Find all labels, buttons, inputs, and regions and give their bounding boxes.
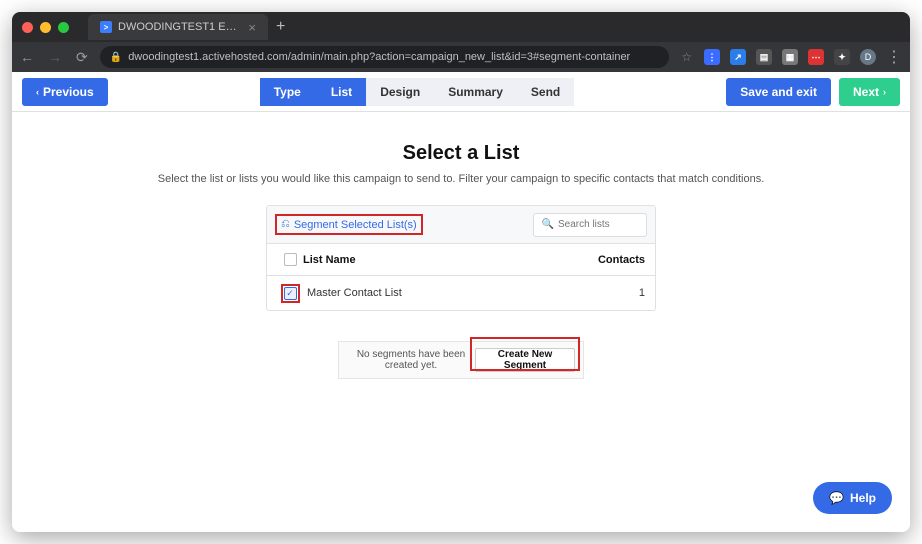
profile-avatar[interactable]: D: [860, 49, 876, 65]
segment-selected-link[interactable]: Segment Selected List(s): [294, 219, 417, 231]
segment-bar: No segments have been created yet. Creat…: [338, 341, 584, 379]
chevron-right-icon: ›: [883, 87, 886, 97]
step-send[interactable]: Send: [517, 78, 574, 106]
column-contacts: Contacts: [585, 254, 645, 266]
maximize-window-icon[interactable]: [58, 22, 69, 33]
checkbox-highlight: ✓: [281, 284, 300, 303]
column-list-name: List Name: [303, 254, 585, 266]
browser-tab[interactable]: > DWOODINGTEST1 Email Mark ×: [88, 14, 268, 40]
tab-close-icon[interactable]: ×: [248, 20, 256, 35]
kebab-menu-icon[interactable]: ⋮: [886, 47, 902, 67]
extension-icon[interactable]: ▦: [782, 49, 798, 65]
segment-selected-highlight: ⎌ Segment Selected List(s): [275, 214, 423, 235]
create-new-segment-button[interactable]: Create New Segment: [475, 348, 575, 372]
page-title: Select a List: [32, 142, 890, 165]
extension-icon[interactable]: ⋯: [808, 49, 824, 65]
url-text: dwoodingtest1.activehosted.com/admin/mai…: [128, 51, 630, 63]
segment-icon: ⎌: [281, 218, 290, 231]
table-header: List Name Contacts: [267, 244, 655, 276]
back-icon[interactable]: ←: [20, 49, 34, 65]
page-subtitle: Select the list or lists you would like …: [32, 173, 890, 185]
row-list-name: Master Contact List: [303, 287, 585, 299]
new-tab-button[interactable]: +: [276, 18, 285, 36]
chat-icon: 💬: [829, 491, 844, 505]
save-and-exit-button[interactable]: Save and exit: [726, 78, 831, 106]
row-contacts: 1: [585, 287, 645, 299]
extension-icon[interactable]: ⋮: [704, 49, 720, 65]
lock-icon: 🔒: [110, 52, 122, 63]
mac-titlebar: > DWOODINGTEST1 Email Mark × +: [12, 12, 910, 42]
url-field[interactable]: 🔒 dwoodingtest1.activehosted.com/admin/m…: [100, 46, 670, 68]
puzzle-icon[interactable]: ✦: [834, 49, 850, 65]
next-label: Next: [853, 85, 879, 99]
search-icon: 🔍: [542, 219, 554, 230]
select-all-checkbox[interactable]: [284, 253, 297, 266]
reload-icon[interactable]: ⟳: [76, 49, 88, 66]
step-design[interactable]: Design: [366, 78, 434, 106]
previous-button[interactable]: ‹ Previous: [22, 78, 108, 106]
extension-icons: ⋮ ↗ ▤ ▦ ⋯ ✦ D ⋮: [704, 47, 902, 67]
search-box[interactable]: 🔍: [533, 213, 647, 237]
row-checkbox[interactable]: ✓: [284, 287, 297, 300]
next-button[interactable]: Next ›: [839, 78, 900, 106]
wizard-steps: Type List Design Summary Send: [260, 78, 575, 106]
step-summary[interactable]: Summary: [434, 78, 517, 106]
search-input[interactable]: [558, 219, 638, 230]
address-bar: ← → ⟳ 🔒 dwoodingtest1.activehosted.com/a…: [12, 42, 910, 72]
chevron-left-icon: ‹: [36, 87, 39, 97]
close-window-icon[interactable]: [22, 22, 33, 33]
no-segments-text: No segments have been created yet.: [347, 349, 475, 371]
extension-icon[interactable]: ↗: [730, 49, 746, 65]
tab-favicon-icon: >: [100, 21, 112, 33]
tab-title: DWOODINGTEST1 Email Mark: [118, 21, 242, 33]
list-panel: ⎌ Segment Selected List(s) 🔍 List Name C…: [266, 205, 656, 311]
help-label: Help: [850, 491, 876, 505]
forward-icon[interactable]: →: [48, 49, 62, 65]
extension-icon[interactable]: ▤: [756, 49, 772, 65]
bookmark-star-icon[interactable]: ☆: [681, 50, 692, 64]
help-button[interactable]: 💬 Help: [813, 482, 892, 514]
minimize-window-icon[interactable]: [40, 22, 51, 33]
previous-label: Previous: [43, 85, 94, 99]
page-content: ‹ Previous Type List Design Summary Send…: [12, 72, 910, 532]
table-row[interactable]: ✓ Master Contact List 1: [267, 276, 655, 310]
page-topbar: ‹ Previous Type List Design Summary Send…: [12, 72, 910, 112]
step-type[interactable]: Type: [260, 78, 315, 106]
